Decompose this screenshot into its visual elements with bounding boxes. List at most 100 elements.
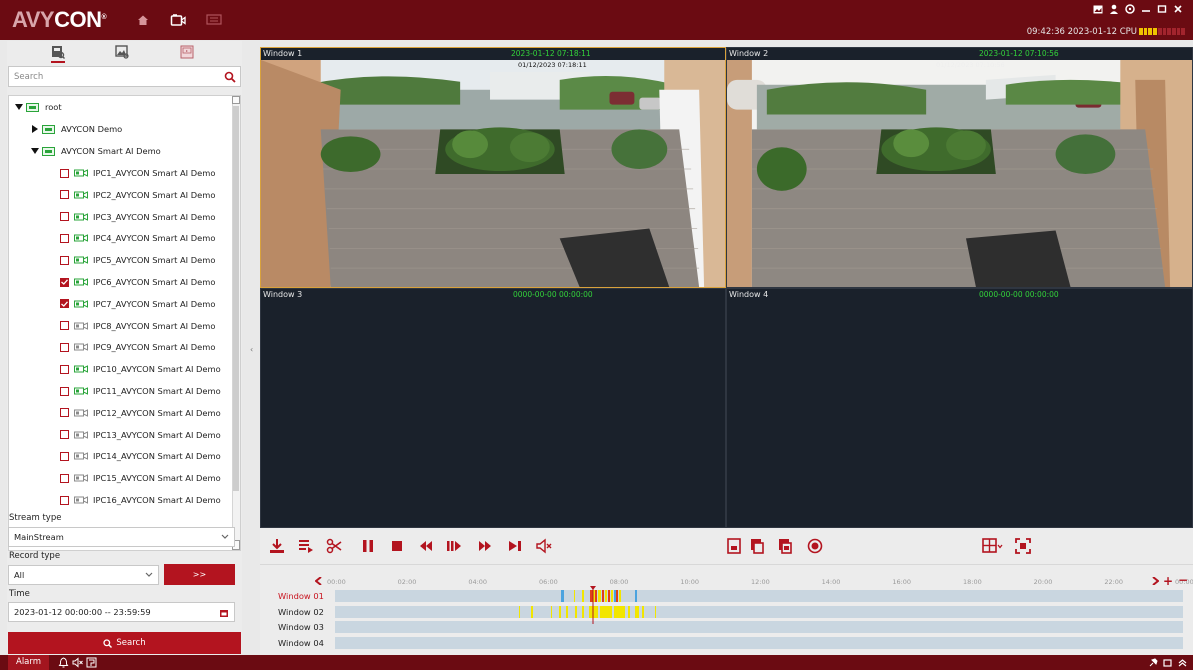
tree-node-camera[interactable]: IPC9_AVYCON Smart AI Demo (60, 339, 215, 355)
image-search-icon[interactable] (115, 45, 129, 59)
record-segment[interactable] (561, 590, 564, 602)
record-segment[interactable] (616, 590, 618, 602)
record-segment[interactable] (604, 590, 608, 602)
tree-node-camera[interactable]: IPC5_AVYCON Smart AI Demo (60, 252, 215, 268)
record-segment[interactable] (575, 605, 578, 618)
rewind-icon[interactable] (418, 538, 434, 554)
search-input[interactable] (14, 70, 214, 83)
chevron-down-icon[interactable] (15, 103, 23, 111)
record-segment[interactable] (600, 605, 613, 618)
camera-checkbox[interactable] (60, 451, 69, 461)
record-segment[interactable] (573, 590, 576, 602)
pause-icon[interactable] (360, 538, 376, 554)
screenshot-icon[interactable] (1093, 4, 1103, 14)
timeline-track[interactable] (335, 590, 1183, 602)
record-segment[interactable] (531, 605, 533, 618)
scroll-up-icon[interactable] (232, 96, 240, 104)
maximize-icon[interactable] (1157, 4, 1167, 14)
timeline-track[interactable] (335, 636, 1183, 649)
close-icon[interactable] (1173, 4, 1183, 14)
time-range-field[interactable]: 2023-01-12 00:00:00 -- 23:59:59 (8, 602, 235, 622)
playlist-icon[interactable] (298, 538, 314, 554)
search-button[interactable]: Search (8, 632, 241, 654)
record-segment[interactable] (628, 605, 631, 618)
tree-node-camera[interactable]: IPC3_AVYCON Smart AI Demo (60, 209, 215, 225)
bell-icon[interactable] (58, 657, 69, 668)
camera-checkbox[interactable] (60, 408, 69, 418)
chevron-right-icon[interactable] (31, 125, 39, 133)
stream-type-select[interactable]: MainStream (8, 527, 235, 547)
record-segment[interactable] (598, 590, 601, 602)
record-segment[interactable] (582, 605, 585, 618)
camera-checkbox[interactable] (60, 321, 69, 331)
tree-node-camera[interactable]: IPC1_AVYCON Smart AI Demo (60, 165, 215, 181)
fullscreen-icon[interactable] (1015, 538, 1031, 554)
tree-node-camera[interactable]: IPC10_AVYCON Smart AI Demo (60, 361, 221, 377)
stop-icon[interactable] (389, 538, 405, 554)
record-segment[interactable] (566, 605, 569, 618)
video-window-1[interactable]: Window 1 2023-01-12 07:18:11 01/12/2023 … (260, 47, 726, 288)
download-icon[interactable] (269, 538, 285, 554)
fast-forward-icon[interactable] (477, 538, 493, 554)
timeline-next-icon[interactable] (1151, 577, 1159, 585)
tree-node-camera[interactable]: IPC13_AVYCON Smart AI Demo (60, 427, 221, 443)
scroll-thumb[interactable] (233, 106, 239, 491)
export-icon[interactable] (777, 538, 793, 554)
step-frame-icon[interactable] (446, 538, 462, 554)
record-type-select[interactable]: All (8, 565, 159, 585)
tree-node-camera[interactable]: IPC11_AVYCON Smart AI Demo (60, 383, 221, 399)
timeline-track[interactable] (335, 621, 1183, 633)
camera-checkbox[interactable] (60, 364, 69, 374)
record-segment[interactable] (635, 590, 638, 602)
record-segment[interactable] (582, 590, 585, 602)
speaker-mute-icon[interactable] (72, 657, 83, 668)
record-segment[interactable] (518, 605, 521, 618)
record-segment[interactable] (654, 605, 657, 618)
record-segment[interactable] (635, 605, 639, 618)
user-icon[interactable] (1109, 4, 1119, 14)
camera-checkbox[interactable] (60, 168, 69, 178)
camera-checkbox[interactable] (60, 277, 69, 287)
snapshot-icon[interactable] (726, 538, 742, 554)
tree-node-camera[interactable]: IPC2_AVYCON Smart AI Demo (60, 187, 215, 203)
record-segment[interactable] (550, 605, 553, 618)
record-segment[interactable] (607, 590, 611, 602)
record-segment[interactable] (619, 590, 622, 602)
track-label[interactable]: Window 04 (278, 638, 324, 648)
record-segment[interactable] (601, 590, 604, 602)
tree-node-camera[interactable]: IPC14_AVYCON Smart AI Demo (60, 448, 221, 464)
restore-icon[interactable] (1162, 657, 1173, 668)
tree-scrollbar[interactable] (232, 96, 240, 550)
minimize-icon[interactable] (1141, 4, 1151, 14)
home-icon[interactable] (135, 12, 151, 28)
search-record-icon[interactable] (51, 45, 65, 59)
playback-icon[interactable] (170, 12, 186, 28)
tree-node-camera[interactable]: IPC16_AVYCON Smart AI Demo (60, 492, 221, 508)
clip-icon[interactable] (326, 538, 342, 554)
zoom-in-icon[interactable]: + (1163, 574, 1173, 588)
camera-checkbox[interactable] (60, 212, 69, 222)
advanced-options-button[interactable]: >> (164, 564, 235, 585)
camera-checkbox[interactable] (60, 430, 69, 440)
video-window-3[interactable]: Window 3 0000-00-00 00:00:00 (260, 288, 726, 528)
help-icon[interactable] (1125, 4, 1135, 14)
camera-checkbox[interactable] (60, 342, 69, 352)
video-window-2[interactable]: Window 2 2023-01-12 07:10:56 01/12/2023 … (726, 47, 1193, 288)
record-segment[interactable] (614, 605, 625, 618)
tree-node-camera[interactable]: IPC6_AVYCON Smart AI Demo (60, 274, 215, 290)
tree-node-camera[interactable]: IPC7_AVYCON Smart AI Demo (60, 296, 215, 312)
camera-checkbox[interactable] (60, 386, 69, 396)
camera-checkbox[interactable] (60, 495, 69, 505)
video-window-4[interactable]: Window 4 0000-00-00 00:00:00 (726, 288, 1193, 528)
tree-node-camera[interactable]: IPC15_AVYCON Smart AI Demo (60, 470, 221, 486)
alarm-tab[interactable]: Alarm (8, 655, 50, 670)
copy-icon[interactable] (749, 538, 765, 554)
expand-up-icon[interactable] (1177, 657, 1188, 668)
timeline[interactable]: 00:00 02:00 04:00 06:00 08:00 10:00 12:00 14:00… (260, 564, 1193, 655)
search-icon[interactable] (224, 71, 236, 83)
record-segment[interactable] (642, 605, 645, 618)
clear-alarm-icon[interactable] (86, 657, 97, 668)
camera-checkbox[interactable] (60, 473, 69, 483)
timeline-track[interactable] (335, 605, 1183, 618)
zoom-out-icon[interactable]: − (1178, 573, 1188, 587)
